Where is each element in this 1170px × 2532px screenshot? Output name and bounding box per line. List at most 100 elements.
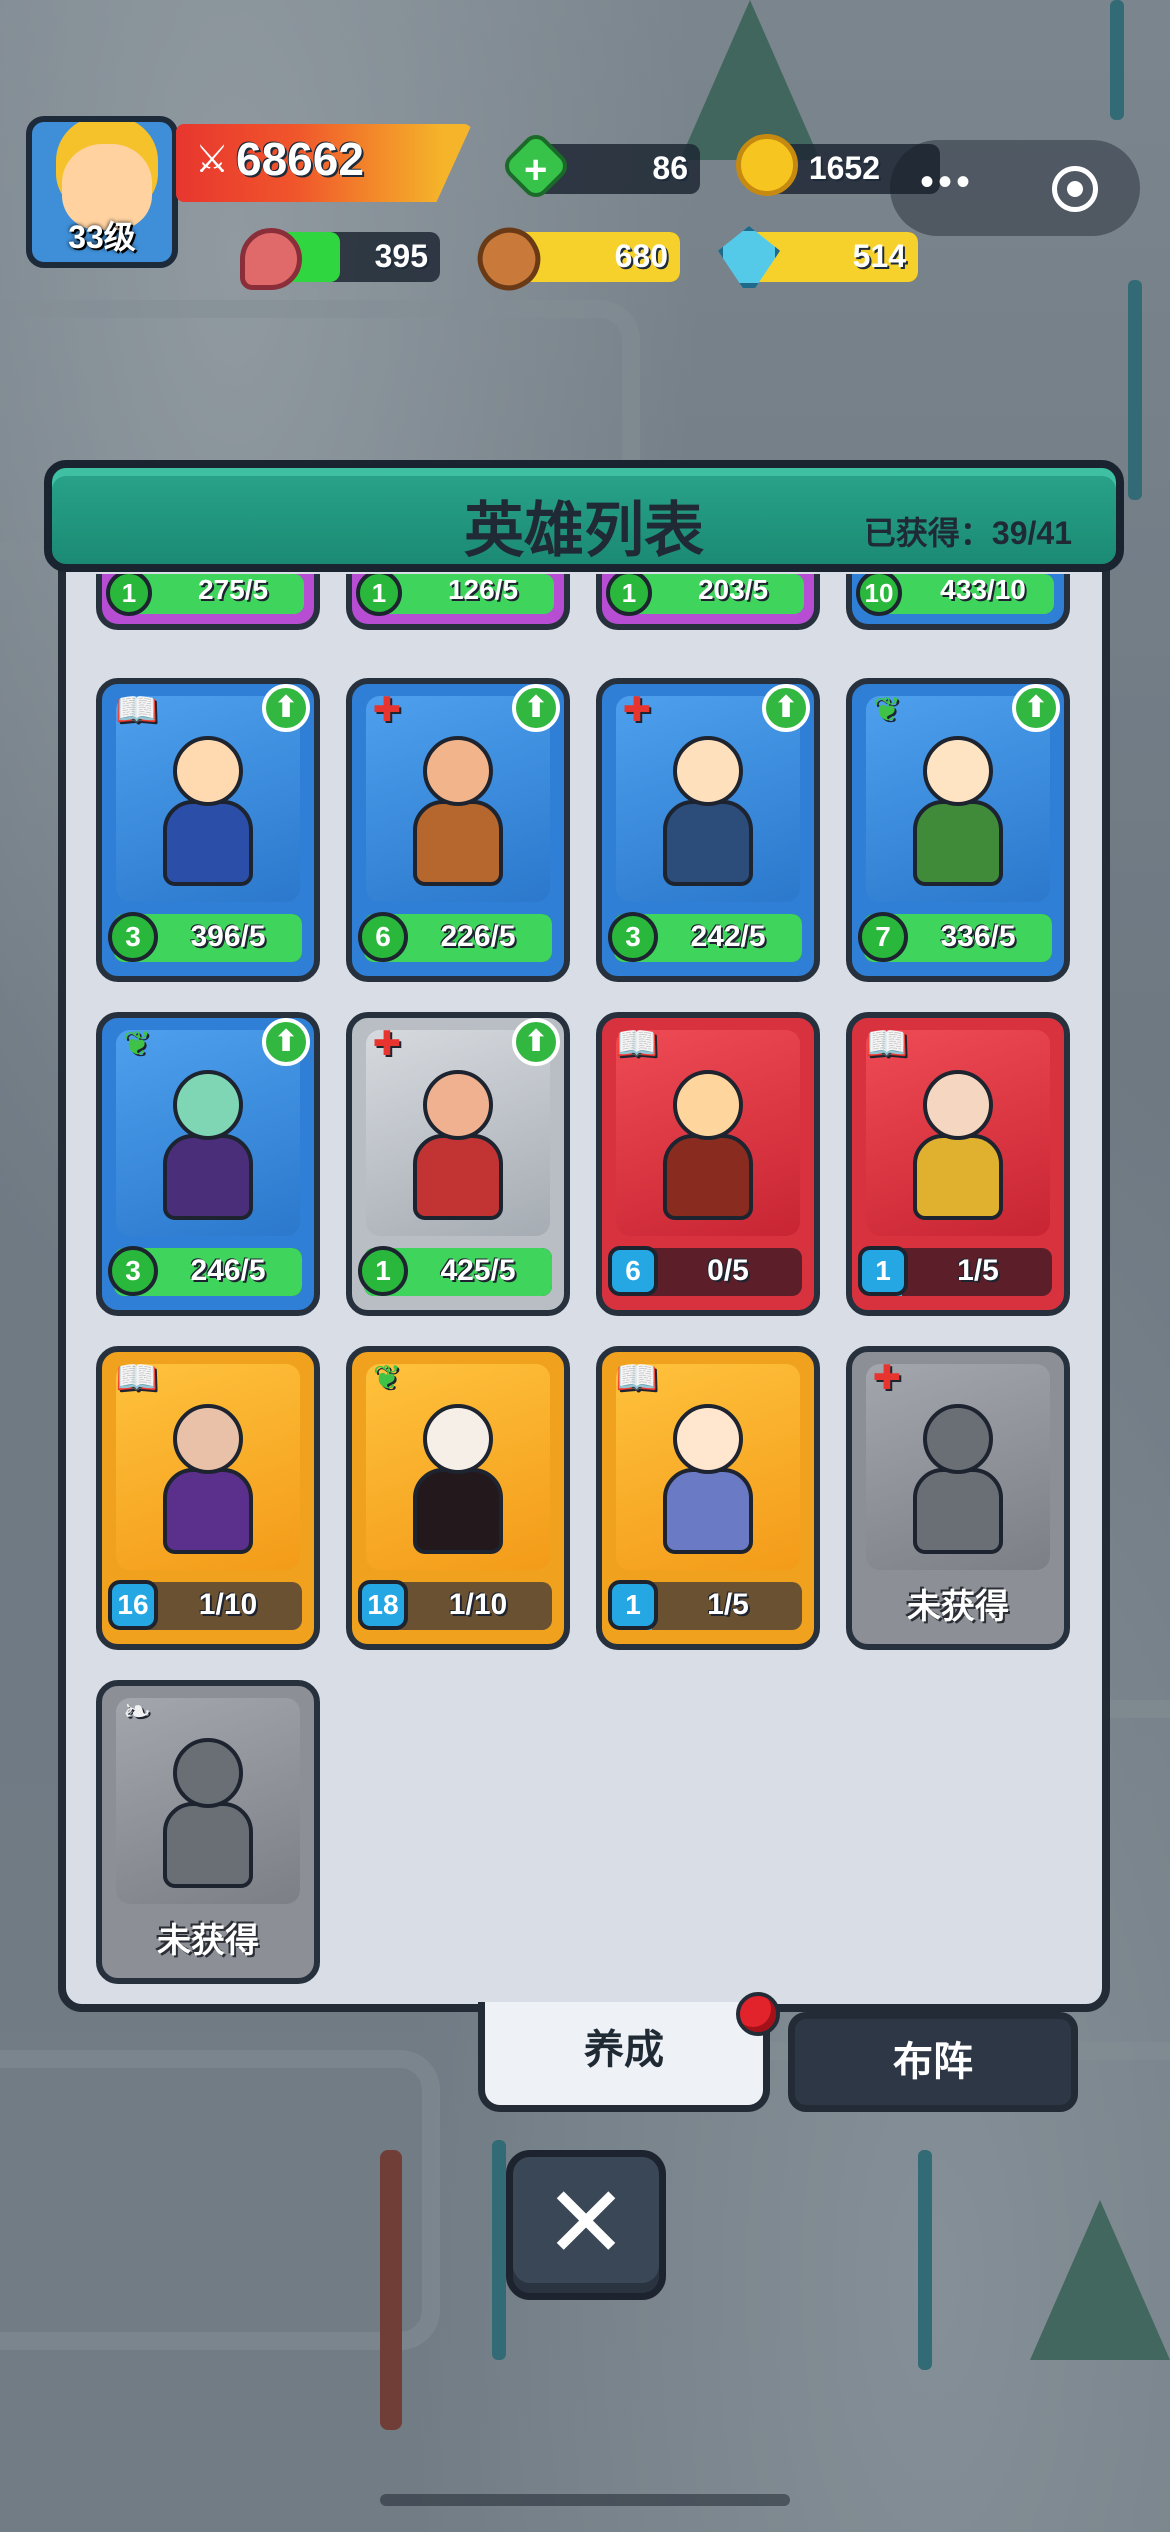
combat-power-value: 68662 — [236, 133, 364, 185]
hero-level-badge: 6 — [358, 912, 408, 962]
upgrade-arrow-icon: ⬆ — [512, 684, 560, 732]
hero-head — [923, 1404, 993, 1474]
hero-level-badge: 6 — [608, 1246, 658, 1296]
hero-figure — [903, 1404, 1013, 1554]
hero-body — [413, 1468, 503, 1554]
hero-body — [913, 800, 1003, 886]
panel-header: 英雄列表 已获得：39/41 — [44, 460, 1124, 572]
hero-card-vampire[interactable]: ❦ 1/10 18 — [346, 1346, 570, 1650]
crossed-swords-icon: ⚔ — [194, 139, 230, 181]
hero-card-elf-archer[interactable]: ❦ ⬆ 336/5 7 — [846, 678, 1070, 982]
hero-body — [163, 1134, 253, 1220]
gold-value: 1652 — [808, 150, 880, 186]
leaf-class-icon: ❦ — [872, 691, 902, 729]
hero-figure — [403, 1070, 513, 1220]
more-options-icon[interactable]: ••• — [920, 162, 974, 202]
hero-body — [163, 800, 253, 886]
book-class-icon: 📖 — [115, 691, 159, 729]
tab-develop[interactable]: 养成 — [478, 2002, 770, 2112]
hero-head — [173, 1070, 243, 1140]
hero-card-knight[interactable]: ✚ 未获得 — [846, 1346, 1070, 1650]
hero-shard-progress: 126/5 — [447, 574, 519, 605]
hero-shard-progress: 275/5 — [197, 574, 269, 605]
hero-card-old-wizard[interactable]: 📖 1/5 1 — [596, 1346, 820, 1650]
hero-card-warrior[interactable]: ✚ ⬆ 425/5 1 — [346, 1012, 570, 1316]
hero-shard-progress: 425/5 — [440, 1254, 516, 1287]
hero-shard-progress: 396/5 — [190, 920, 266, 953]
hero-head — [673, 1070, 743, 1140]
obtained-count: 已获得：39/41 — [863, 515, 1072, 551]
hero-card-dark-warrior[interactable]: ❧ 未获得 — [96, 1680, 320, 1984]
gold-coin-icon — [736, 134, 798, 196]
combat-power-banner: ⚔ 68662 — [176, 124, 472, 202]
hero-card-dragon-mage[interactable]: 📖 1/5 1 — [846, 1012, 1070, 1316]
hero-card-pirate[interactable]: ✚ ⬆ 226/5 6 — [346, 678, 570, 982]
hero-level-badge: 7 — [858, 912, 908, 962]
upgrade-arrow-icon: ⬆ — [262, 1018, 310, 1066]
hero-shard-progress: 203/5 — [697, 574, 769, 605]
not-obtained-label: 未获得 — [157, 1922, 259, 1960]
hero-level-badge: 18 — [358, 1580, 408, 1630]
hero-figure — [153, 736, 263, 886]
hero-figure — [653, 736, 763, 886]
hero-shard-progress: 433/10 — [940, 574, 1026, 605]
hero-figure — [153, 1738, 263, 1888]
hero-level-badge: 3 — [108, 1246, 158, 1296]
book-class-icon: 📖 — [615, 1025, 659, 1063]
cross-class-icon: ✚ — [372, 691, 402, 729]
hero-card-shield-hero[interactable]: 📖 0/5 6 — [596, 1012, 820, 1316]
tab-formation[interactable]: 布阵 — [788, 2012, 1078, 2112]
wood-value: 680 — [614, 238, 668, 274]
player-avatar[interactable]: 33级 — [26, 116, 178, 268]
hero-head — [923, 1070, 993, 1140]
hero-shard-progress: 1/5 — [707, 1588, 749, 1621]
crystal-value: 514 — [852, 238, 906, 274]
hero-head — [673, 736, 743, 806]
upgrade-arrow-icon: ⬆ — [1012, 684, 1060, 732]
close-button[interactable]: ✕ — [506, 2150, 666, 2300]
hero-figure — [903, 1070, 1013, 1220]
home-indicator[interactable] — [380, 2494, 790, 2506]
hero-card-axeman[interactable]: ✚ ⬆ 242/5 3 — [596, 678, 820, 982]
close-miniprogram-icon[interactable] — [1052, 166, 1098, 212]
hero-figure — [403, 736, 513, 886]
cross-class-icon: ✚ — [372, 1025, 402, 1063]
meat-value: 395 — [374, 238, 428, 274]
upgrade-arrow-icon: ⬆ — [262, 684, 310, 732]
player-level: 33级 — [68, 219, 136, 255]
hero-body — [163, 1468, 253, 1554]
hero-figure — [403, 1404, 513, 1554]
hero-level-badge: 3 — [108, 912, 158, 962]
hero-head — [423, 1404, 493, 1474]
hero-body — [413, 1134, 503, 1220]
hero-shard-progress: 242/5 — [690, 920, 766, 953]
partial-hero-card[interactable]: 1 203/5 — [596, 574, 820, 630]
meat-icon — [240, 228, 302, 290]
hero-shard-progress: 226/5 — [440, 920, 516, 953]
hero-card-goblin[interactable]: ❦ ⬆ 246/5 3 — [96, 1012, 320, 1316]
hero-head — [923, 736, 993, 806]
hero-body — [663, 1468, 753, 1554]
not-obtained-label: 未获得 — [907, 1588, 1009, 1626]
partial-hero-card[interactable]: 10 433/10 — [846, 574, 1070, 630]
hero-card-priest[interactable]: 📖 ⬆ 396/5 3 — [96, 678, 320, 982]
hero-level-badge: 3 — [608, 912, 658, 962]
upgrade-arrow-icon: ⬆ — [512, 1018, 560, 1066]
hero-card-dancer[interactable]: 📖 1/10 16 — [96, 1346, 320, 1650]
partial-hero-card[interactable]: 1 275/5 — [96, 574, 320, 630]
partial-hero-card[interactable]: 1 126/5 — [346, 574, 570, 630]
hero-body — [913, 1134, 1003, 1220]
leaf-class-icon: ❦ — [372, 1359, 402, 1397]
hero-level-badge: 1 — [858, 1246, 908, 1296]
cross-class-icon: ✚ — [872, 1359, 902, 1397]
hero-shard-progress: 1/5 — [957, 1254, 999, 1287]
hero-head — [673, 1404, 743, 1474]
hero-figure — [653, 1404, 763, 1554]
hero-head — [173, 1404, 243, 1474]
miniprogram-capsule: ••• — [890, 140, 1140, 236]
add-gems-button[interactable]: + — [524, 150, 547, 190]
notification-dot — [736, 1992, 780, 2036]
hero-grid[interactable]: 1 275/5 1 126/5 1 203/5 10 433/10 📖 ⬆ 396/5 3 ✚ ⬆ 226… — [66, 574, 1102, 2004]
hero-shard-progress: 0/5 — [707, 1254, 749, 1287]
book-class-icon: 📖 — [115, 1359, 159, 1397]
